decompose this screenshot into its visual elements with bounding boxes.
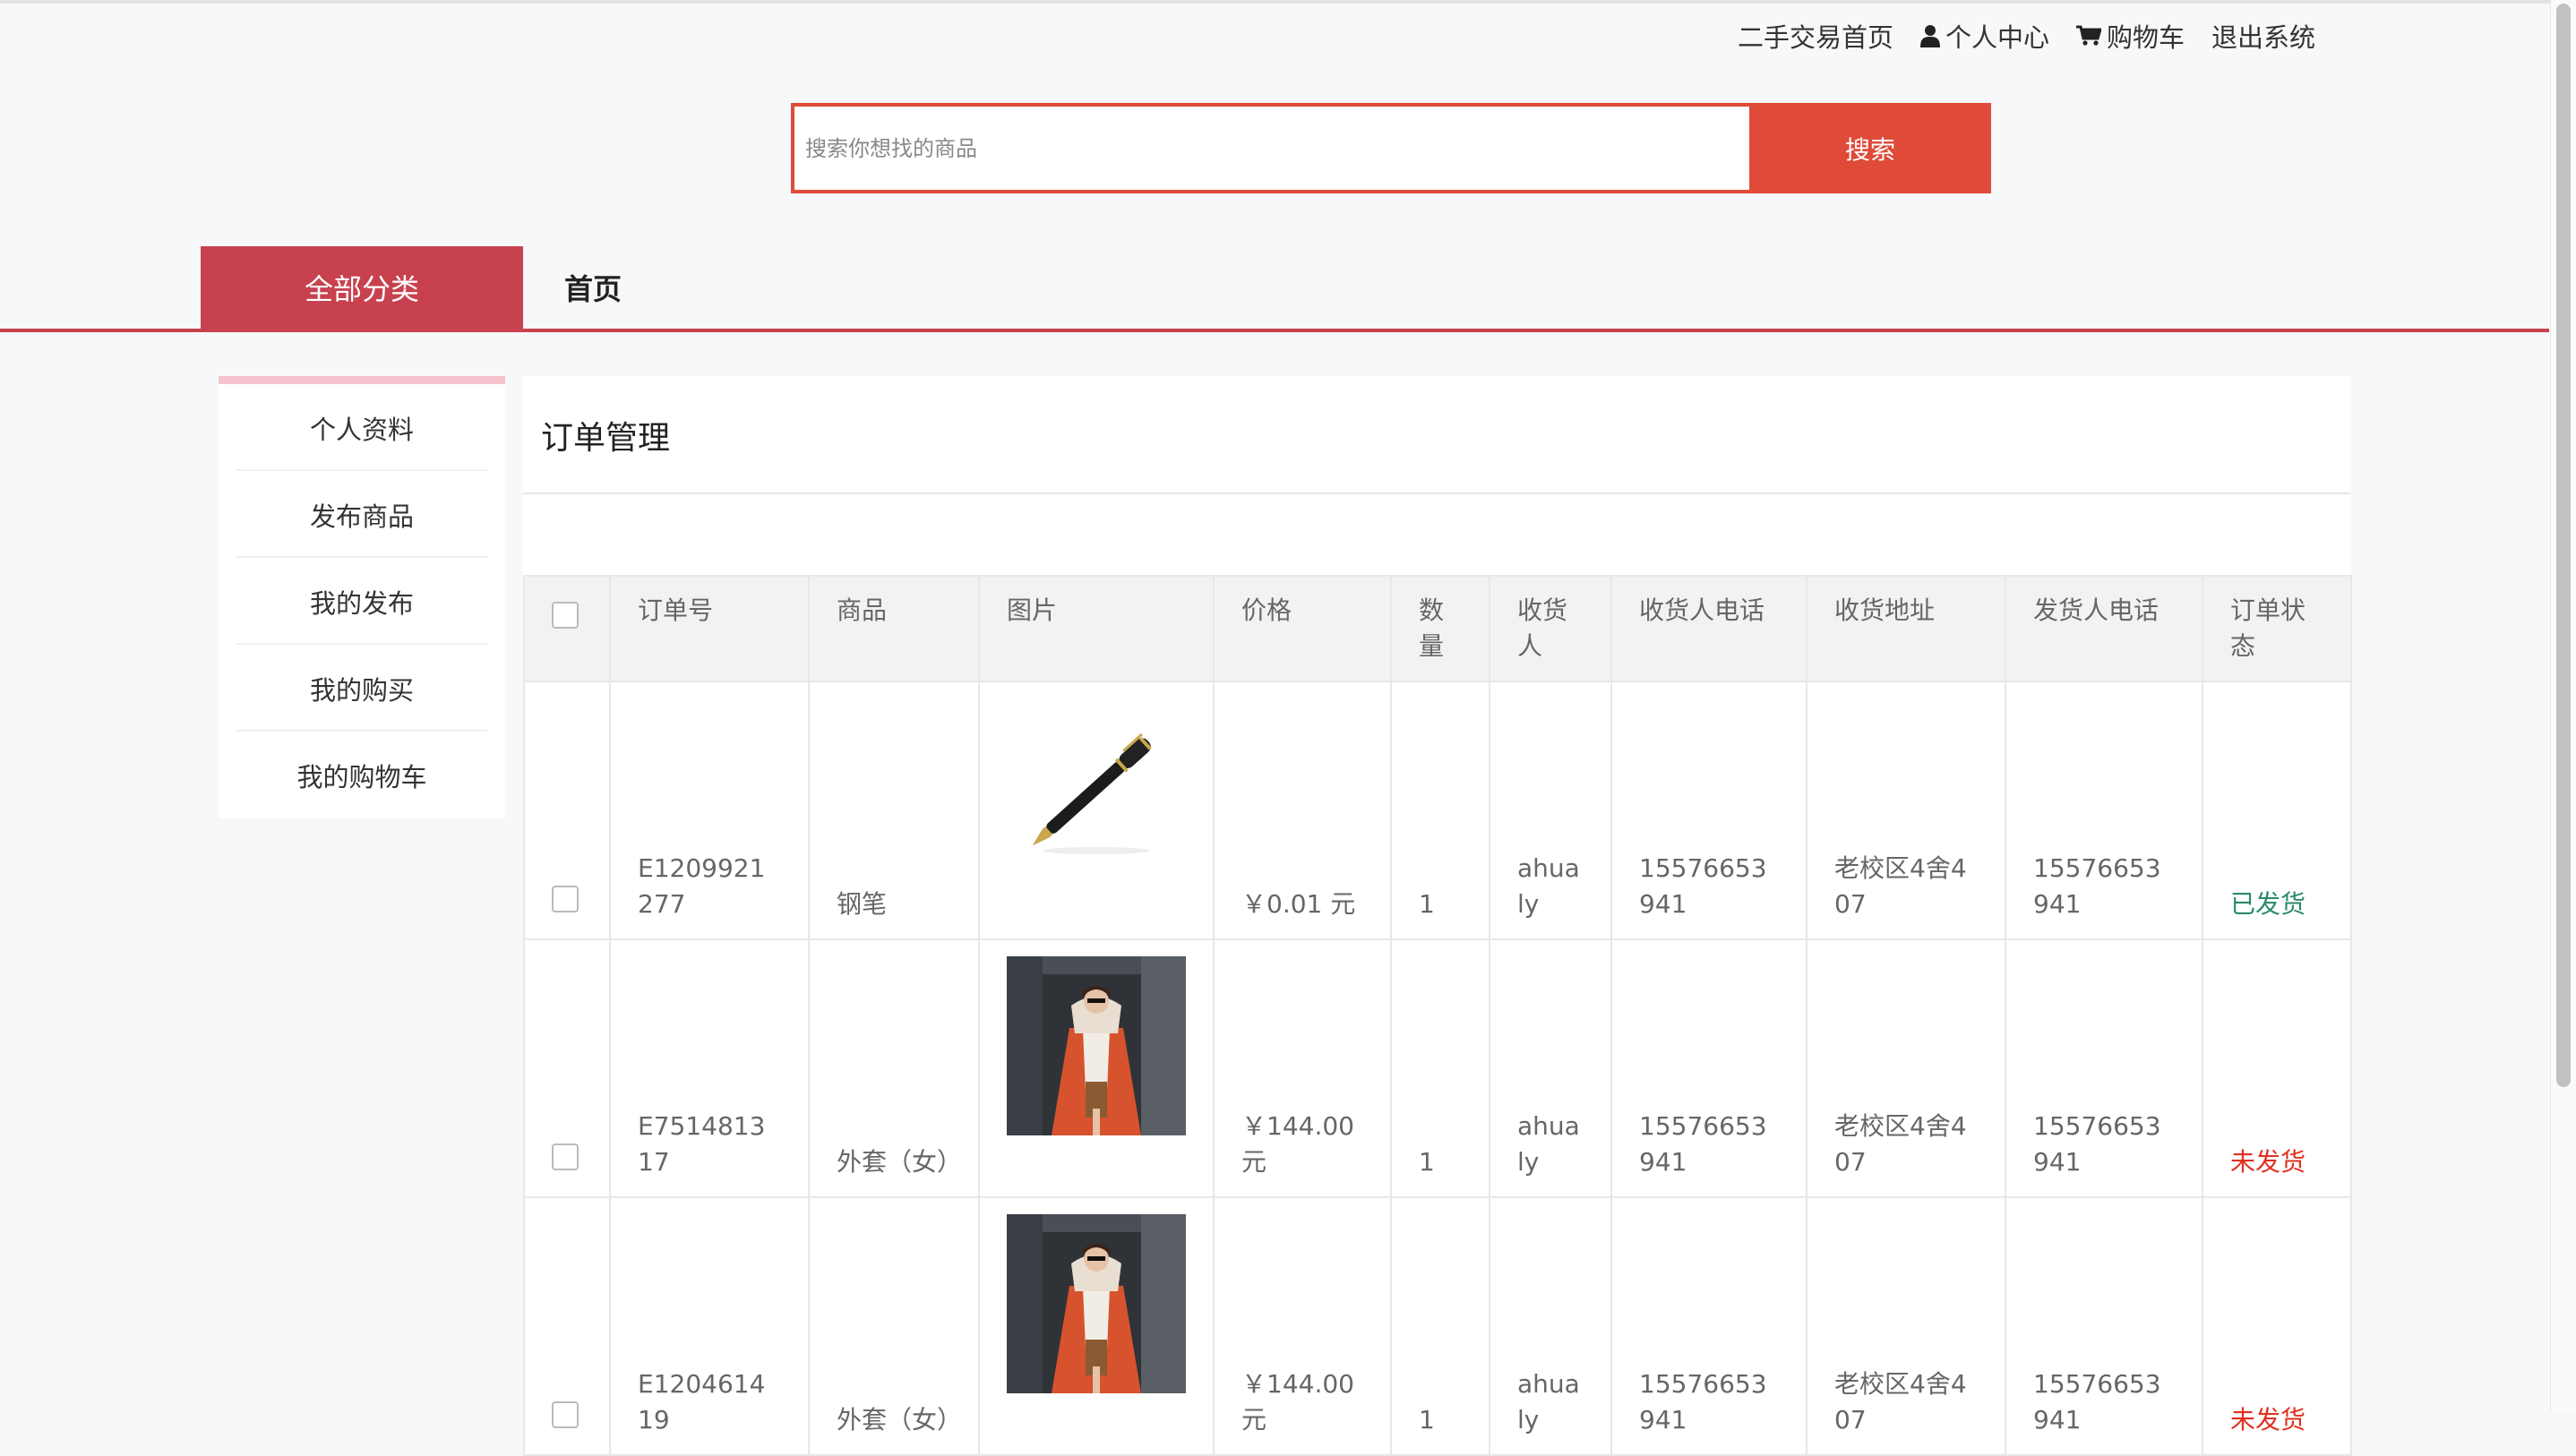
sender-phone: 15576653941 <box>2005 938 2203 1198</box>
red-coat-image[interactable] <box>1007 956 1186 1135</box>
orders-table: 订单号 商品 图片 价格 数量 收货人 收货人电话 收货地址 发货人电话 订单状… <box>523 575 2352 1456</box>
row-select-cell <box>523 1196 611 1456</box>
nav-cart-link[interactable]: 购物车 <box>2076 17 2185 55</box>
sidebar-item-profile[interactable]: 个人资料 <box>219 384 505 471</box>
quantity: 1 <box>1390 938 1490 1198</box>
table-header-row: 订单号 商品 图片 价格 数量 收货人 收货人电话 收货地址 发货人电话 订单状… <box>523 575 2352 682</box>
col-sender-phone: 发货人电话 <box>2005 575 2203 682</box>
user-icon <box>1920 25 1941 47</box>
product-image-cell <box>978 681 1215 940</box>
nav-home-label: 二手交易首页 <box>1738 22 1894 53</box>
red-coat-image[interactable] <box>1007 1214 1186 1393</box>
order-no: E1209921277 <box>609 681 810 940</box>
col-receiver: 收货人 <box>1489 575 1612 682</box>
all-categories-button[interactable]: 全部分类 <box>201 246 523 329</box>
row-checkbox[interactable] <box>552 1143 579 1170</box>
col-select <box>523 575 611 682</box>
col-status: 订单状态 <box>2202 575 2352 682</box>
sender-phone: 15576653941 <box>2005 1196 2203 1456</box>
home-nav-link[interactable]: 首页 <box>564 246 622 329</box>
shopping-cart-icon <box>2076 25 2102 46</box>
order-no: E120461419 <box>609 1196 810 1456</box>
product-image-cell <box>978 938 1215 1198</box>
product-image-cell <box>978 1196 1215 1456</box>
sidebar-item-my-listings[interactable]: 我的发布 <box>219 558 505 645</box>
address: 老校区4舍407 <box>1806 938 2006 1198</box>
quantity: 1 <box>1390 681 1490 940</box>
row-select-cell <box>523 681 611 940</box>
scrollbar-thumb[interactable] <box>2556 4 2571 1087</box>
nav-home-link[interactable]: 二手交易首页 <box>1738 17 1893 55</box>
col-address: 收货地址 <box>1806 575 2006 682</box>
col-qty: 数量 <box>1390 575 1490 682</box>
status-badge: 未发货 <box>2202 938 2352 1198</box>
search-input[interactable] <box>791 103 1749 193</box>
col-product: 商品 <box>808 575 980 682</box>
user-sidebar: 个人资料 发布商品 我的发布 我的购买 我的购物车 <box>219 376 505 818</box>
page-scrollbar[interactable] <box>2550 0 2576 1411</box>
nav-cart-label: 购物车 <box>2107 22 2185 53</box>
receiver: ahualy <box>1489 1196 1612 1456</box>
nav-profile-center-link[interactable]: 个人中心 <box>1920 17 2049 55</box>
product-name: 外套（女） <box>808 938 980 1198</box>
col-image: 图片 <box>978 575 1215 682</box>
category-bar: 全部分类 首页 <box>0 246 2549 332</box>
receiver-phone: 15576653941 <box>1610 1196 1807 1456</box>
price: ￥0.01 元 <box>1213 681 1392 940</box>
receiver: ahualy <box>1489 681 1612 940</box>
status-badge: 已发货 <box>2202 681 2352 940</box>
order-no: E751481317 <box>609 938 810 1198</box>
address: 老校区4舍407 <box>1806 681 2006 940</box>
price: ￥144.00 元 <box>1213 938 1392 1198</box>
table-row: E120461419 外套（女） ￥144.00 元 1 ahualy 1557… <box>523 1196 2352 1456</box>
panel-divider <box>523 492 2350 494</box>
nav-logout-label: 退出系统 <box>2211 22 2316 53</box>
nav-logout-link[interactable]: 退出系统 <box>2211 17 2315 55</box>
receiver: ahualy <box>1489 938 1612 1198</box>
search-button[interactable]: 搜索 <box>1749 103 1991 193</box>
table-row: E751481317 外套（女） ￥144.00 元 1 ahualy 1557… <box>523 938 2352 1198</box>
col-receiver-phone: 收货人电话 <box>1610 575 1807 682</box>
row-checkbox[interactable] <box>552 886 579 912</box>
col-order-no: 订单号 <box>609 575 810 682</box>
sidebar-item-my-purchases[interactable]: 我的购买 <box>219 645 505 732</box>
col-price: 价格 <box>1213 575 1392 682</box>
receiver-phone: 15576653941 <box>1610 938 1807 1198</box>
top-border <box>0 0 2576 4</box>
table-row: E1209921277 钢笔 ￥0.01 元 1 ahualy 15576653… <box>523 681 2352 940</box>
sidebar-item-my-cart[interactable]: 我的购物车 <box>219 732 505 818</box>
quantity: 1 <box>1390 1196 1490 1456</box>
fountain-pen-image[interactable] <box>1007 698 1186 878</box>
row-select-cell <box>523 938 611 1198</box>
status-badge: 未发货 <box>2202 1196 2352 1456</box>
sender-phone: 15576653941 <box>2005 681 2203 940</box>
product-name: 钢笔 <box>808 681 980 940</box>
nav-profile-center-label: 个人中心 <box>1945 22 2050 53</box>
search-bar: 搜索 <box>791 103 1991 193</box>
address: 老校区4舍407 <box>1806 1196 2006 1456</box>
row-checkbox[interactable] <box>552 1401 579 1428</box>
product-name: 外套（女） <box>808 1196 980 1456</box>
receiver-phone: 15576653941 <box>1610 681 1807 940</box>
select-all-checkbox[interactable] <box>552 602 579 629</box>
price: ￥144.00 元 <box>1213 1196 1392 1456</box>
top-nav: 二手交易首页 个人中心 购物车 退出系统 <box>1738 16 2315 56</box>
sidebar-item-publish[interactable]: 发布商品 <box>219 471 505 558</box>
page-title: 订单管理 <box>541 420 671 457</box>
